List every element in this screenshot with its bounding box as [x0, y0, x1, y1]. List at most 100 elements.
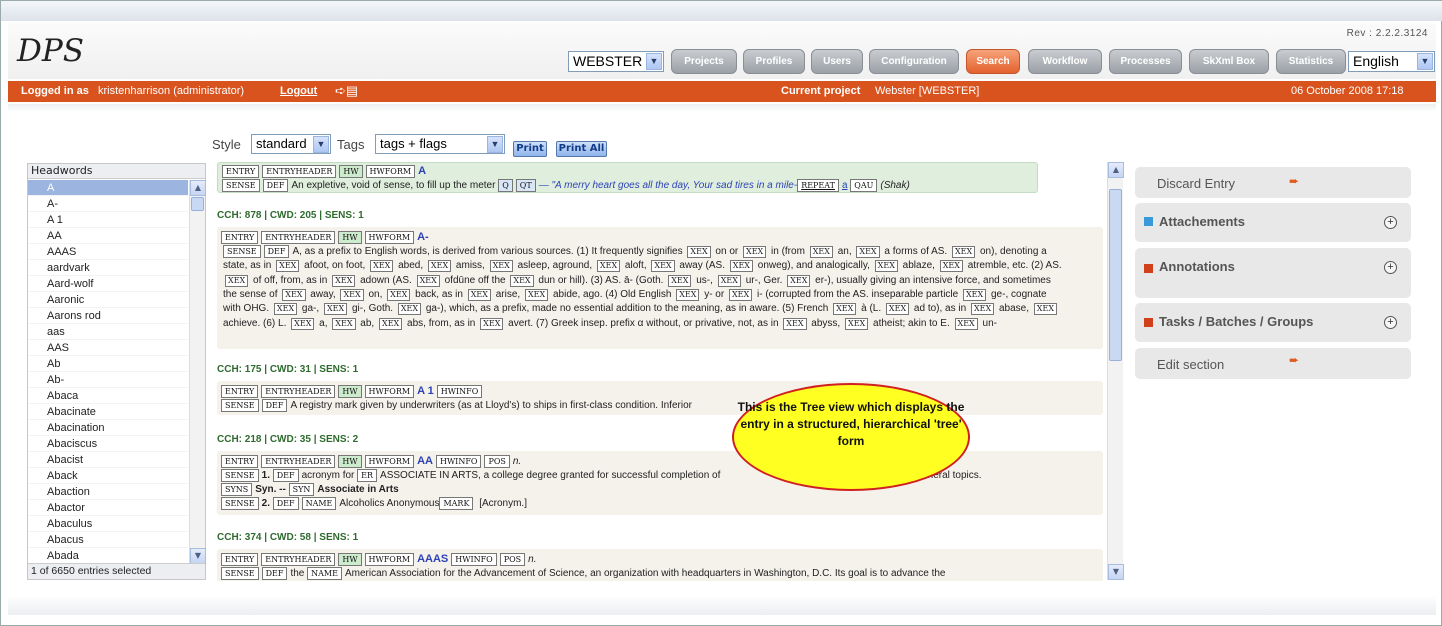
tag-xex[interactable]: XEX — [729, 260, 753, 273]
list-item[interactable]: A 1 — [28, 212, 188, 228]
tag-pos[interactable]: POS — [484, 454, 510, 468]
tag-syn[interactable]: SYN — [288, 483, 315, 496]
arrow-right-icon[interactable]: ➨ — [1289, 354, 1300, 366]
tag-xex[interactable]: XEX — [379, 317, 403, 330]
list-item[interactable]: aardvark — [28, 260, 188, 276]
tag-sense[interactable]: SENSE — [221, 469, 259, 482]
tag-xex[interactable]: XEX — [717, 274, 741, 287]
tag-hwform[interactable]: HWFORM — [365, 164, 416, 178]
tag-xex[interactable]: XEX — [524, 289, 549, 302]
edit-section-button[interactable]: Edit section ➨ — [1135, 348, 1411, 379]
tag-entryheader[interactable]: ENTRYHEADER — [262, 164, 337, 178]
tag-xex[interactable]: XEX — [970, 303, 995, 316]
nav-statistics[interactable]: Statistics — [1276, 49, 1346, 74]
tag-entryheader[interactable]: ENTRYHEADER — [261, 384, 336, 398]
tag-entry[interactable]: ENTRY — [222, 164, 260, 178]
tag-hwform[interactable]: HWFORM — [364, 454, 415, 468]
tag-def[interactable]: DEF — [261, 399, 288, 412]
list-item[interactable]: Ab- — [28, 372, 188, 388]
logout-door-icon[interactable]: ➪▤ — [335, 83, 358, 99]
list-item[interactable]: AAAS — [28, 244, 188, 260]
headwords-scrollbar[interactable]: ▲ ▼ — [189, 180, 206, 564]
nav-skxml-box[interactable]: SkXml Box — [1189, 49, 1269, 74]
list-item[interactable]: Abacist — [28, 452, 188, 468]
tag-xex[interactable]: XEX — [783, 317, 807, 330]
list-item[interactable]: Abaciscus — [28, 436, 188, 452]
tag-def[interactable]: DEF — [263, 245, 290, 258]
chevron-down-icon[interactable]: ▼ — [487, 136, 503, 153]
tag-repeat[interactable]: REPEAT — [797, 179, 839, 192]
tasks-section[interactable]: Tasks / Batches / Groups + — [1135, 303, 1411, 342]
tag-hwform[interactable]: HWFORM — [364, 384, 415, 398]
tag-mark[interactable]: MARK — [439, 497, 474, 510]
tag-entryheader[interactable]: ENTRYHEADER — [261, 552, 336, 566]
chevron-down-icon[interactable]: ▼ — [313, 136, 329, 153]
chevron-down-icon[interactable]: ▼ — [1417, 53, 1433, 70]
list-item[interactable]: Abaca — [28, 388, 188, 404]
chevron-down-icon[interactable]: ▼ — [646, 53, 662, 70]
attachements-section[interactable]: Attachements + — [1135, 203, 1411, 242]
tag-hw[interactable]: HW — [338, 384, 362, 398]
tag-hwinfo[interactable]: HWINFO — [435, 454, 482, 468]
tag-qau[interactable]: QAU — [850, 179, 878, 192]
tree-scrollbar[interactable]: ▲ ▼ — [1107, 162, 1124, 580]
tag-xex[interactable]: XEX — [416, 274, 440, 287]
tag-xex[interactable]: XEX — [743, 246, 767, 259]
tag-xex[interactable]: XEX — [332, 317, 356, 330]
scroll-up-icon[interactable]: ▲ — [190, 180, 206, 196]
tag-def[interactable]: DEF — [261, 567, 288, 580]
tag-name[interactable]: NAME — [301, 497, 337, 510]
tag-hw[interactable]: HW — [338, 552, 362, 566]
logout-link[interactable]: Logout — [280, 85, 317, 97]
list-item[interactable]: Abacinate — [28, 404, 188, 420]
list-item[interactable]: Aarons rod — [28, 308, 188, 324]
tag-xex[interactable]: XEX — [489, 260, 513, 273]
tag-sense[interactable]: SENSE — [223, 245, 261, 258]
tag-hwform[interactable]: HWFORM — [364, 230, 415, 244]
tag-entry[interactable]: ENTRY — [221, 454, 259, 468]
annotations-section[interactable]: Annotations + — [1135, 248, 1411, 298]
language-select[interactable]: English ▼ — [1348, 51, 1435, 72]
tag-xex[interactable]: XEX — [282, 289, 306, 302]
tag-syns[interactable]: SYNS — [221, 483, 253, 496]
tag-xex[interactable]: XEX — [427, 260, 452, 273]
list-item[interactable]: Abaculus — [28, 516, 188, 532]
tag-xex[interactable]: XEX — [885, 303, 910, 316]
tag-hw[interactable]: HW — [338, 230, 362, 244]
scroll-thumb[interactable] — [191, 197, 204, 211]
nav-profiles[interactable]: Profiles — [743, 49, 805, 74]
tag-xex[interactable]: XEX — [951, 246, 976, 259]
expand-plus-icon[interactable]: + — [1384, 216, 1397, 229]
expand-plus-icon[interactable]: + — [1384, 261, 1397, 274]
tag-xex[interactable]: XEX — [291, 317, 315, 330]
tag-xex[interactable]: XEX — [939, 260, 963, 273]
tag-entry[interactable]: ENTRY — [221, 552, 259, 566]
tag-xex[interactable]: XEX — [480, 317, 504, 330]
tag-qt[interactable]: QT — [515, 179, 536, 192]
tag-xex[interactable]: XEX — [596, 260, 621, 273]
tag-xex[interactable]: XEX — [332, 274, 356, 287]
list-item[interactable]: Abacination — [28, 420, 188, 436]
tag-xex[interactable]: XEX — [397, 303, 422, 316]
tags-select[interactable]: tags + flags ▼ — [375, 134, 505, 154]
list-item[interactable]: Aard-wolf — [28, 276, 188, 292]
nav-configuration[interactable]: Configuration — [869, 49, 959, 74]
list-item[interactable]: Aaronic — [28, 292, 188, 308]
list-item[interactable]: aas — [28, 324, 188, 340]
list-item[interactable]: AA — [28, 228, 188, 244]
tag-entryheader[interactable]: ENTRYHEADER — [261, 230, 336, 244]
tag-xex[interactable]: XEX — [856, 246, 880, 259]
tag-xex[interactable]: XEX — [845, 317, 869, 330]
tag-xex[interactable]: XEX — [225, 274, 249, 287]
list-item[interactable]: A — [28, 180, 188, 196]
print-all-button[interactable]: Print All — [556, 141, 607, 157]
tag-name[interactable]: NAME — [307, 567, 342, 580]
tag-xex[interactable]: XEX — [323, 303, 348, 316]
tag-xex[interactable]: XEX — [676, 289, 700, 302]
tag-xex[interactable]: XEX — [273, 303, 298, 316]
nav-processes[interactable]: Processes — [1109, 49, 1182, 74]
tag-xex[interactable]: XEX — [1033, 303, 1058, 316]
list-item[interactable]: AAS — [28, 340, 188, 356]
style-select[interactable]: standard ▼ — [251, 134, 331, 154]
tag-pos[interactable]: POS — [499, 552, 526, 566]
